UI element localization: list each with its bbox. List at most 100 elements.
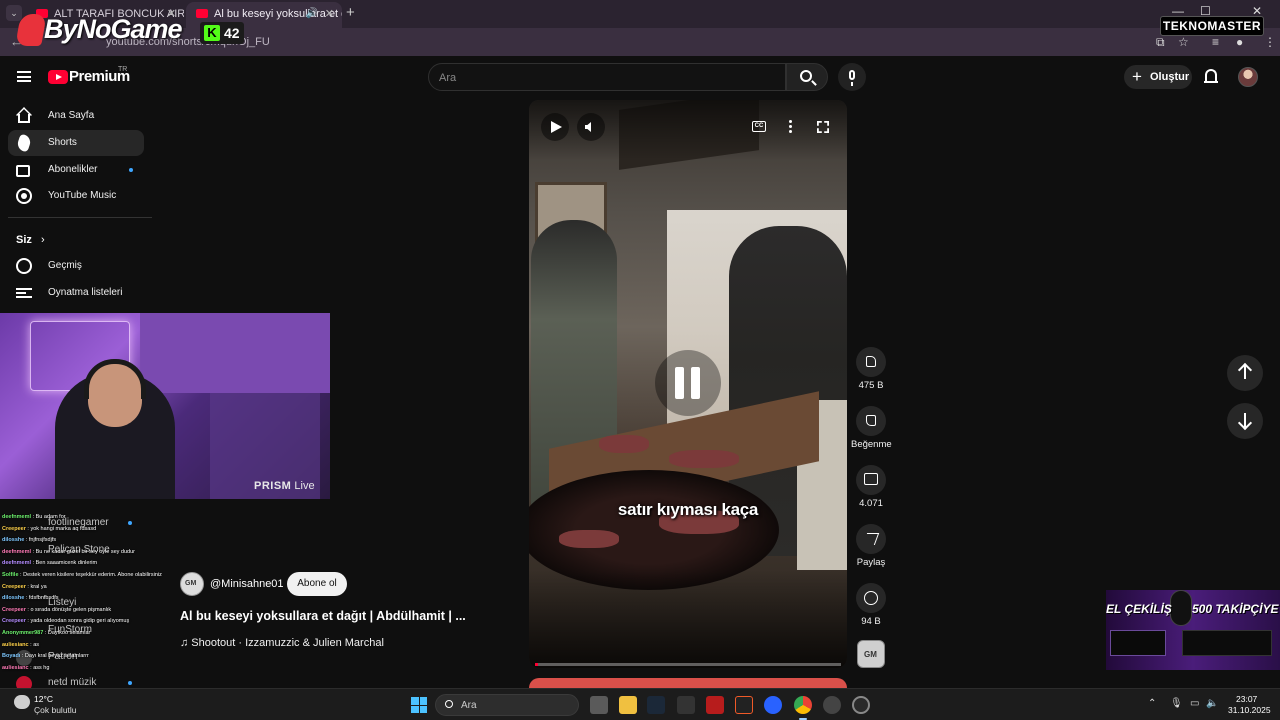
sidebar-item-subscriptions[interactable]: Abonelikler (8, 157, 144, 183)
captions-icon: CC (752, 121, 766, 132)
clock-date[interactable]: 31.10.2025 (1228, 705, 1271, 715)
start-icon[interactable] (411, 697, 427, 713)
chat-username: Anonymmer987 (2, 630, 44, 636)
new-tab-button[interactable]: + (346, 4, 355, 21)
notifications-button[interactable] (1203, 68, 1219, 86)
chat-text: : as (28, 641, 40, 648)
home-icon (18, 114, 30, 123)
chat-message: Solfile : Destek veren kisilere teşekkür… (2, 572, 187, 579)
mousepad-image (1110, 630, 1166, 656)
dislike-button[interactable] (856, 406, 886, 436)
more-options-button[interactable] (777, 113, 805, 141)
like-count: 475 B (858, 380, 884, 391)
channel-avatar[interactable] (180, 572, 204, 596)
player-bottom-gradient (529, 570, 847, 668)
close-tab-icon[interactable]: ✕ (325, 2, 334, 26)
youtube-logo-icon[interactable] (48, 70, 68, 84)
sidebar-item-home[interactable]: Ana Sayfa (8, 103, 144, 129)
chat-text: : Ben saaamicenk dinlerim (31, 560, 98, 567)
chat-username: Creepeer (2, 583, 26, 590)
sidebar-item-youtube-music[interactable]: YouTube Music (8, 183, 144, 209)
app-icon[interactable] (823, 696, 841, 714)
app-icon[interactable] (677, 696, 695, 714)
chrome-icon[interactable] (794, 696, 812, 720)
volume-icon[interactable]: 🔈 (1206, 698, 1218, 709)
media-control-icon[interactable]: ≡ (1212, 35, 1219, 49)
play-button[interactable] (541, 113, 569, 141)
clock-time[interactable]: 23:07 (1236, 694, 1257, 704)
play-icon (551, 121, 562, 133)
install-app-icon[interactable]: ⧉ (1156, 35, 1165, 50)
subscribe-button[interactable]: Abone ol (287, 572, 347, 596)
sidebar-item-shorts[interactable]: Shorts (8, 130, 144, 156)
remix-count: 94 B (861, 616, 881, 627)
chat-message: Creepeer : o sırada dönüşte gelen pişman… (2, 607, 187, 614)
chat-username: deefnmeml (2, 548, 32, 555)
short-music[interactable]: ♫ Shootout · Izzamuzzic & Julien Marchal (180, 637, 384, 649)
sound-source-thumbnail[interactable] (857, 640, 885, 668)
comments-button[interactable] (856, 465, 886, 495)
chat-username: Creepeer (2, 618, 26, 625)
cloud-icon[interactable] (14, 695, 30, 709)
search-button[interactable] (786, 63, 828, 91)
steam-icon[interactable] (647, 696, 665, 714)
browser-menu-icon[interactable]: ⋮ (1264, 35, 1276, 49)
history-icon (16, 258, 32, 274)
profile-icon[interactable]: ● (1236, 35, 1243, 49)
sidebar-item-history[interactable]: Geçmiş (8, 253, 144, 279)
chat-username: dilosshe (2, 595, 25, 602)
network-icon[interactable]: ▭ (1190, 698, 1199, 709)
tab-audio-icon[interactable]: 🔊 (306, 2, 318, 26)
progress-bar[interactable] (535, 663, 841, 666)
chat-text: : Bu adam for (31, 514, 66, 520)
app-icon[interactable] (735, 696, 753, 714)
chat-message: dilosshe : fnjfnsjfsdjfs (2, 537, 187, 544)
sidebar-item-playlists[interactable]: Oynatma listeleri (8, 280, 144, 306)
microphone-icon[interactable]: 🎙 (1170, 698, 1183, 709)
short-title[interactable]: Al bu keseyi yoksullara et dağıt | Abdül… (180, 609, 466, 623)
taskbar-search[interactable]: Ara (435, 694, 579, 716)
scene-meat (599, 435, 649, 453)
weather-temp[interactable]: 12°C (34, 694, 53, 704)
show-hidden-icons-icon[interactable]: ⌃ (1148, 698, 1156, 709)
previous-short-button[interactable] (1227, 355, 1263, 391)
sidebar-item-label: Ana Sayfa (48, 110, 95, 121)
webcam-background (140, 313, 330, 393)
search-icon (445, 700, 453, 708)
progress-fill (535, 663, 539, 666)
chat-message: Creepeer : yada oldeodan sonra gidip ger… (2, 618, 187, 625)
share-button[interactable] (856, 524, 886, 554)
weather-desc[interactable]: Çok bulutlu (34, 705, 77, 715)
avatar[interactable] (1238, 67, 1258, 87)
menu-icon[interactable] (17, 71, 31, 82)
sidebar-item-label: Oynatma listeleri (48, 287, 123, 298)
pause-icon[interactable] (655, 350, 721, 416)
plus-icon: + (1132, 67, 1142, 86)
file-explorer-icon[interactable] (619, 696, 637, 714)
like-button[interactable] (856, 347, 886, 377)
share-label: Paylaş (856, 557, 886, 568)
share-action: Paylaş (851, 524, 891, 568)
region-code: TR (118, 66, 128, 73)
security-app-icon[interactable] (706, 696, 724, 714)
volume-button[interactable] (577, 113, 605, 141)
shorts-player[interactable]: CC satır kıyması kaça (529, 100, 847, 668)
giveaway-text-right: 500 TAKİPÇİYE ÖZ (1192, 602, 1280, 616)
windows-taskbar: 12°C Çok bulutlu Ara ⌃ 🎙 ▭ 🔈 23:07 31.10… (0, 688, 1280, 720)
chat-text: : Destek veren kisilere teşekkür ederim.… (18, 572, 162, 578)
task-view-icon[interactable] (590, 696, 608, 714)
remix-button[interactable] (856, 583, 886, 613)
create-button[interactable]: + Oluştur (1124, 65, 1192, 89)
next-short-button[interactable] (1227, 403, 1263, 439)
create-label: Oluştur (1150, 71, 1190, 83)
captions-button[interactable]: CC (745, 113, 773, 141)
sidebar-you-heading[interactable]: Siz › (16, 234, 45, 246)
app-icon[interactable] (764, 696, 782, 714)
search-box[interactable] (428, 63, 786, 91)
search-input[interactable] (439, 69, 769, 87)
bookmark-star-icon[interactable]: ☆ (1178, 35, 1189, 49)
fullscreen-button[interactable] (809, 113, 837, 141)
obs-icon[interactable] (852, 696, 870, 714)
channel-name[interactable]: @Minisahne01 (210, 578, 284, 590)
voice-search-button[interactable] (838, 63, 866, 91)
